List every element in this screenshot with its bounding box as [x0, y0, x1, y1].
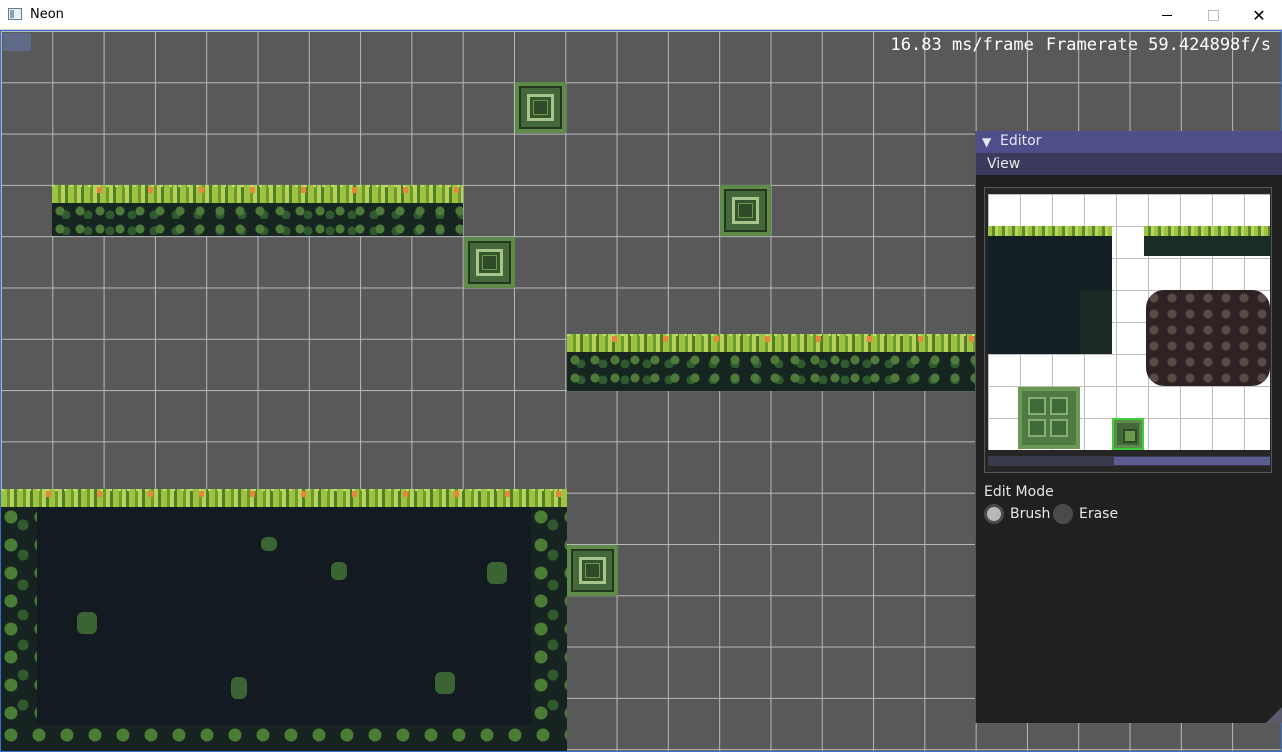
- tileset-viewer[interactable]: [984, 187, 1272, 473]
- editor-title-text: Editor: [1000, 133, 1042, 149]
- moss-clump: [261, 537, 277, 551]
- erase-label: Erase: [1079, 506, 1119, 522]
- grass-platform-tile: [52, 185, 463, 236]
- erase-radio[interactable]: Erase: [1053, 503, 1118, 525]
- stone-block-tile: [720, 185, 771, 236]
- performance-stats: 16.83 ms/frame Framerate 59.424898f/s: [879, 35, 1271, 55]
- platform-flowers: [567, 336, 976, 342]
- brush-label: Brush: [1010, 506, 1051, 522]
- tileset-rock-tile[interactable]: [1146, 290, 1270, 386]
- cave-pit: [1, 507, 567, 751]
- editor-titlebar[interactable]: ▼ Editor: [976, 131, 1282, 153]
- tileset-selected-block-tile[interactable]: [1112, 418, 1144, 450]
- ground-terrain-tile: [1, 489, 567, 751]
- platform-soil: [567, 352, 976, 391]
- platform-flowers: [52, 187, 463, 193]
- tileset-grass-strip[interactable]: [988, 226, 1112, 236]
- platform-soil: [52, 203, 463, 236]
- minimize-icon: [1162, 14, 1172, 16]
- tileset-horizontal-scrollbar[interactable]: [988, 456, 1270, 466]
- cave-wall-right: [531, 507, 567, 751]
- block-quad: [1050, 419, 1068, 437]
- scrollbar-thumb[interactable]: [1114, 457, 1270, 465]
- framerate-text: Framerate 59.424898f/s: [1045, 35, 1271, 55]
- moss-clump: [435, 672, 455, 694]
- brush-radio[interactable]: Brush: [984, 503, 1050, 525]
- moss-clump: [487, 562, 507, 584]
- resize-grip-icon[interactable]: [1266, 707, 1282, 723]
- tileset-grass-strip[interactable]: [1144, 226, 1270, 236]
- moss-clump: [231, 677, 247, 699]
- viewport-corner-marker: [3, 33, 31, 51]
- stone-block-tile: [567, 545, 618, 596]
- edit-mode-label: Edit Mode: [984, 484, 1054, 500]
- moss-clump: [331, 562, 347, 580]
- tileset-palette[interactable]: [988, 194, 1270, 450]
- window-title: Neon: [30, 7, 64, 22]
- cave-wall-left: [1, 507, 37, 751]
- moss-clump: [77, 612, 97, 634]
- grass-platform-tile: [567, 334, 976, 391]
- block-quad: [1028, 397, 1046, 415]
- editor-panel[interactable]: ▼ Editor View Edit Mode Brush Erase: [975, 131, 1282, 723]
- stone-block-tile: [464, 237, 515, 288]
- editor-menubar: View: [976, 153, 1282, 175]
- menu-view[interactable]: View: [987, 156, 1020, 172]
- maximize-button[interactable]: [1190, 0, 1236, 30]
- collapse-triangle-icon[interactable]: ▼: [982, 135, 991, 149]
- radio-indicator[interactable]: [984, 504, 1004, 524]
- block-quad: [1050, 397, 1068, 415]
- stone-block-tile: [515, 82, 566, 133]
- window-titlebar: Neon ✕: [0, 0, 1282, 30]
- maximize-icon: [1207, 9, 1219, 21]
- platform-flowers: [1, 491, 567, 497]
- app-icon: [8, 8, 22, 20]
- block-quad: [1028, 419, 1046, 437]
- tileset-cave-tile[interactable]: [1080, 290, 1112, 354]
- radio-indicator[interactable]: [1053, 504, 1073, 524]
- tileset-big-block-tile[interactable]: [1018, 387, 1080, 449]
- minimize-button[interactable]: [1144, 0, 1190, 30]
- cave-floor: [1, 725, 567, 751]
- close-button[interactable]: ✕: [1236, 0, 1282, 30]
- frame-time-text: 16.83 ms/frame: [890, 35, 1034, 55]
- close-icon: ✕: [1252, 5, 1266, 25]
